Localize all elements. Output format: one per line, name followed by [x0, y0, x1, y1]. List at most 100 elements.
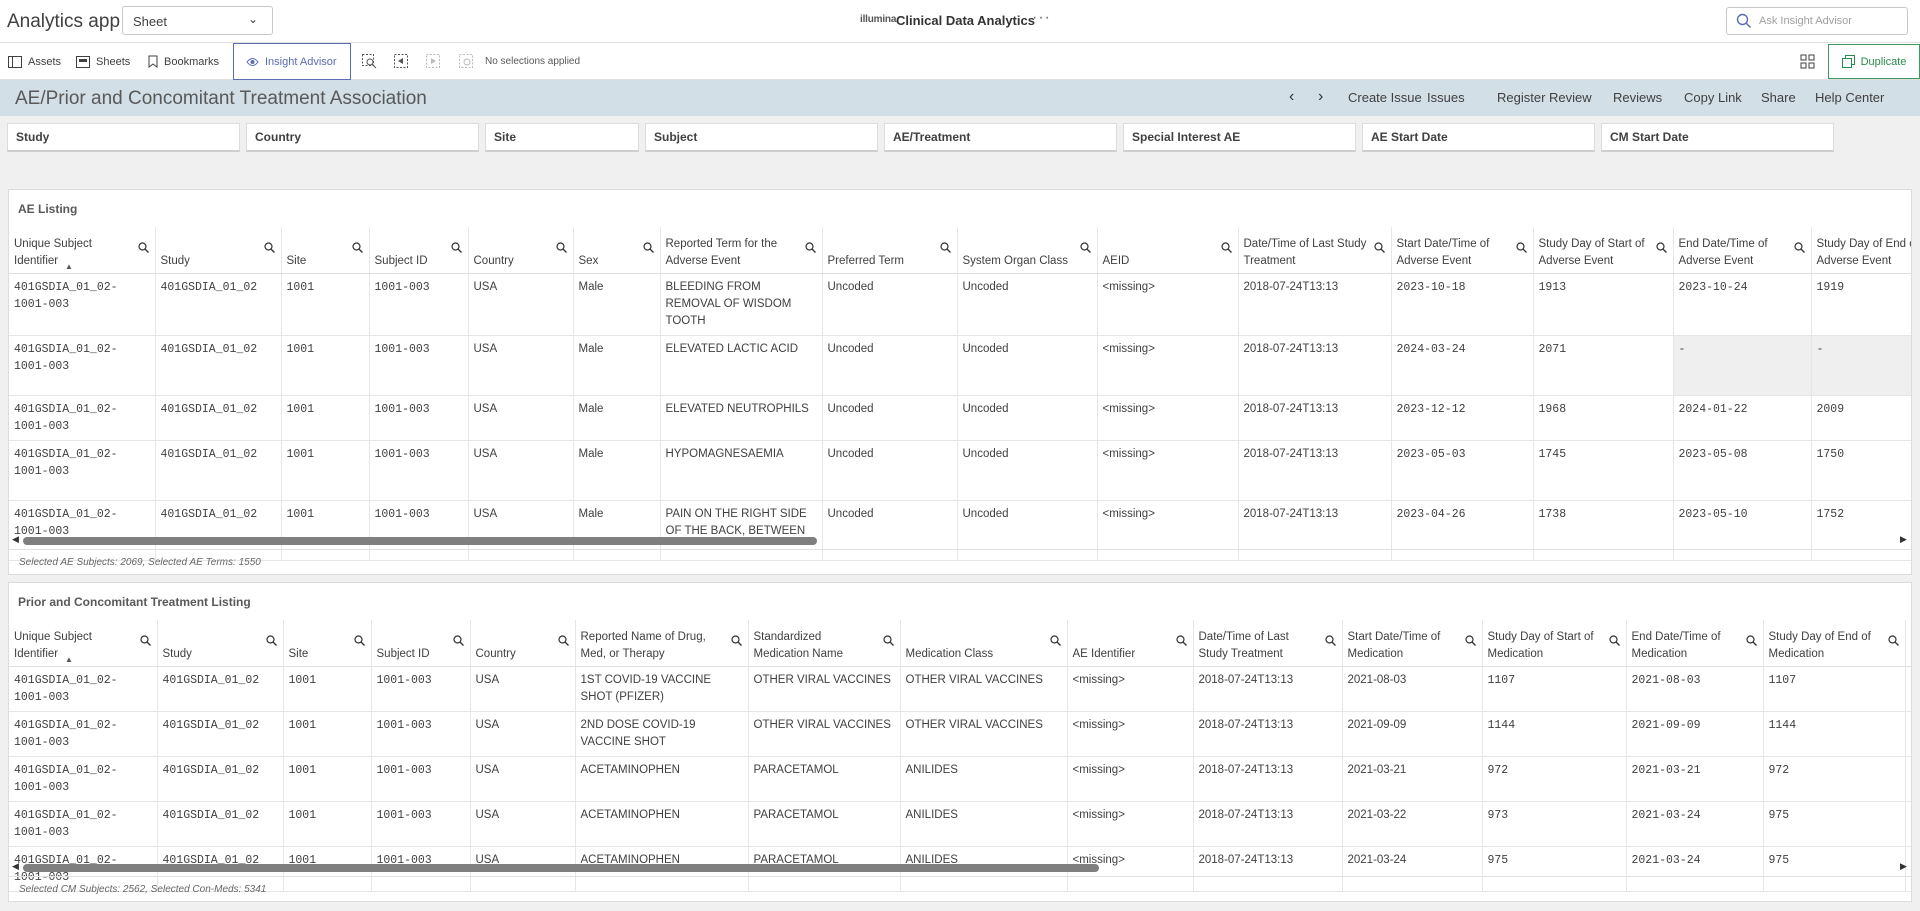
- column-header[interactable]: Study Day of Start of Medication: [1482, 620, 1627, 667]
- column-search-icon[interactable]: [1464, 635, 1476, 646]
- grid-icon[interactable]: [1800, 54, 1816, 70]
- column-search-icon[interactable]: [1655, 242, 1667, 253]
- column-header[interactable]: Subject ID: [369, 227, 469, 274]
- filter-subject[interactable]: Subject: [645, 123, 878, 152]
- column-header[interactable]: Reported Term for the Adverse Event: [660, 227, 823, 274]
- column-search-icon[interactable]: [1079, 242, 1091, 253]
- table-row[interactable]: 401GSDIA_01_02-1001-003 401GSDIA_01_02 100…: [9, 500, 1911, 561]
- column-header[interactable]: Site: [281, 227, 370, 274]
- clear-selections-button[interactable]: [459, 43, 474, 80]
- column-header[interactable]: Study Day of Start of Adverse Event: [1533, 227, 1674, 274]
- column-search-icon[interactable]: [555, 242, 567, 253]
- reviews-link[interactable]: Reviews: [1613, 90, 1662, 105]
- table-row[interactable]: 401GSDIA_01_02-1001-003 401GSDIA_01_02 100…: [9, 335, 1911, 396]
- column-header[interactable]: Country: [468, 227, 574, 274]
- table-row[interactable]: 401GSDIA_01_02-1001-003 401GSDIA_01_02 100…: [9, 666, 1911, 712]
- column-search-icon[interactable]: [353, 635, 365, 646]
- column-header[interactable]: System Organ Class: [957, 227, 1098, 274]
- help-center-link[interactable]: Help Center: [1815, 90, 1884, 105]
- column-search-icon[interactable]: [642, 242, 654, 253]
- column-header[interactable]: End Date/Time of Medication: [1626, 620, 1764, 667]
- column-search-icon[interactable]: [137, 242, 149, 253]
- column-search-icon[interactable]: [351, 242, 363, 253]
- next-sheet-button[interactable]: ›: [1318, 88, 1323, 106]
- filter-special-interest-ae[interactable]: Special Interest AE: [1123, 123, 1356, 152]
- assets-button[interactable]: Assets: [8, 43, 61, 80]
- column-search-icon[interactable]: [265, 635, 277, 646]
- table-row[interactable]: 401GSDIA_01_02-1001-003 401GSDIA_01_02 100…: [9, 801, 1911, 847]
- table-row[interactable]: 401GSDIA_01_02-1001-003 401GSDIA_01_02 100…: [9, 395, 1911, 441]
- insight-advisor-button[interactable]: Insight Advisor: [233, 43, 351, 80]
- copy-link-link[interactable]: Copy Link: [1684, 90, 1742, 105]
- smart-search-button[interactable]: [362, 43, 377, 80]
- column-header[interactable]: Sex: [573, 227, 661, 274]
- table-row[interactable]: 401GSDIA_01_02-1001-003 401GSDIA_01_02 100…: [9, 440, 1911, 501]
- scroll-left-arrow-icon[interactable]: ◀: [12, 534, 19, 545]
- column-header[interactable]: Standardized Medication Name: [748, 620, 901, 667]
- filter-ae-start-date[interactable]: AE Start Date: [1362, 123, 1595, 152]
- column-header[interactable]: AEID: [1097, 227, 1239, 274]
- filter-ae-treatment[interactable]: AE/Treatment: [884, 123, 1117, 152]
- duplicate-button[interactable]: Duplicate: [1828, 44, 1920, 79]
- column-search-icon[interactable]: [1745, 635, 1757, 646]
- column-search-icon[interactable]: [557, 635, 569, 646]
- column-header[interactable]: Study Day of End of Adverse Event: [1811, 227, 1911, 274]
- column-header[interactable]: Study: [157, 620, 284, 667]
- ask-insight-advisor-input[interactable]: Ask Insight Advisor: [1726, 7, 1908, 35]
- create-issue-link[interactable]: Create Issue: [1348, 90, 1422, 105]
- column-search-icon[interactable]: [1175, 635, 1187, 646]
- column-header[interactable]: Date/Time of Last Study Treatment: [1193, 620, 1343, 667]
- step-back-button[interactable]: [394, 43, 409, 80]
- column-search-icon[interactable]: [804, 242, 816, 253]
- column-header[interactable]: End Date/Time of Adverse Event: [1673, 227, 1812, 274]
- step-forward-button[interactable]: [426, 43, 441, 80]
- column-search-icon[interactable]: [263, 242, 275, 253]
- table-row[interactable]: 401GSDIA_01_02-1001-003 401GSDIA_01_02 100…: [9, 273, 1911, 336]
- column-search-icon[interactable]: [1887, 635, 1899, 646]
- sheet-select[interactable]: Sheet ⌄: [122, 6, 273, 35]
- bookmarks-button[interactable]: Bookmarks: [148, 43, 219, 80]
- column-search-icon[interactable]: [1373, 242, 1385, 253]
- column-search-icon[interactable]: [1049, 635, 1061, 646]
- sheets-button[interactable]: Sheets: [76, 43, 130, 80]
- column-search-icon[interactable]: [730, 635, 742, 646]
- column-search-icon[interactable]: [1515, 242, 1527, 253]
- column-header[interactable]: Country: [470, 620, 576, 667]
- filter-study[interactable]: Study: [7, 123, 240, 152]
- filter-site[interactable]: Site: [485, 123, 639, 152]
- ae-horizontal-scrollbar[interactable]: [23, 537, 817, 545]
- column-search-icon[interactable]: [1608, 635, 1620, 646]
- filter-cm-start-date[interactable]: CM Start Date: [1601, 123, 1834, 152]
- more-menu-icon[interactable]: ···: [1032, 9, 1051, 27]
- filter-country[interactable]: Country: [246, 123, 479, 152]
- issues-link[interactable]: Issues: [1427, 90, 1465, 105]
- scroll-right-arrow-icon[interactable]: ▶: [1900, 861, 1907, 872]
- scroll-right-arrow-icon[interactable]: ▶: [1900, 534, 1907, 545]
- column-header[interactable]: AE Identifier: [1067, 620, 1194, 667]
- column-header[interactable]: Medication Class: [900, 620, 1068, 667]
- scroll-left-arrow-icon[interactable]: ◀: [12, 861, 19, 872]
- cm-horizontal-scrollbar[interactable]: [23, 864, 1099, 872]
- column-header[interactable]: Reported Name of Drug, Med, or Therapy: [575, 620, 749, 667]
- column-header[interactable]: Preferred Term: [822, 227, 958, 274]
- column-header[interactable]: O: [1905, 620, 1911, 667]
- column-search-icon[interactable]: [1220, 242, 1232, 253]
- column-header[interactable]: Unique Subject Identifier ▲: [9, 227, 156, 274]
- column-header[interactable]: Date/Time of Last Study Treatment: [1238, 227, 1392, 274]
- register-review-link[interactable]: Register Review: [1497, 90, 1592, 105]
- column-search-icon[interactable]: [882, 635, 894, 646]
- column-search-icon[interactable]: [1793, 242, 1805, 253]
- column-header[interactable]: Subject ID: [371, 620, 471, 667]
- column-header[interactable]: Study Day of End of Medication: [1763, 620, 1906, 667]
- column-search-icon[interactable]: [452, 635, 464, 646]
- column-header[interactable]: Site: [283, 620, 372, 667]
- table-row[interactable]: 401GSDIA_01_02-1001-003 401GSDIA_01_02 100…: [9, 756, 1911, 802]
- column-header[interactable]: Start Date/Time of Adverse Event: [1391, 227, 1534, 274]
- column-header[interactable]: Unique Subject Identifier ▲: [9, 620, 158, 667]
- column-header[interactable]: Study: [155, 227, 282, 274]
- column-search-icon[interactable]: [939, 242, 951, 253]
- column-search-icon[interactable]: [450, 242, 462, 253]
- column-search-icon[interactable]: [139, 635, 151, 646]
- column-search-icon[interactable]: [1324, 635, 1336, 646]
- table-row[interactable]: 401GSDIA_01_02-1001-003 401GSDIA_01_02 100…: [9, 711, 1911, 757]
